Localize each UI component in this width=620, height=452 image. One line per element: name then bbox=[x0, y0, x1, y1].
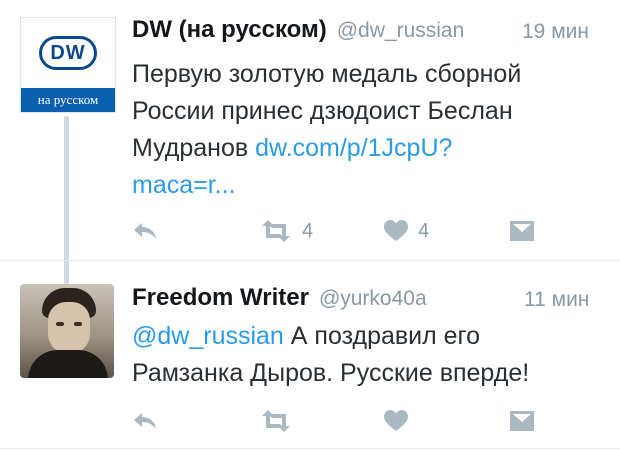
retweet-count: 4 bbox=[302, 219, 314, 242]
avatar[interactable] bbox=[20, 284, 114, 378]
mention-link[interactable]: @dw_russian bbox=[132, 322, 284, 350]
thread-line bbox=[64, 116, 69, 284]
avatar-body bbox=[28, 350, 108, 378]
retweet-icon bbox=[260, 410, 292, 432]
like-count: 4 bbox=[418, 219, 430, 242]
tweet-text-line: Рамзанка Дыров. Русские вперде! bbox=[132, 359, 530, 387]
tweet-text-line: Первую золотую медаль сборной bbox=[132, 60, 522, 88]
retweet-icon bbox=[260, 220, 292, 242]
avatar[interactable]: DW на русском bbox=[20, 17, 116, 113]
user-handle[interactable]: @yurko40a bbox=[319, 287, 427, 311]
tweet-header: Freedom Writer @yurko40a bbox=[132, 284, 427, 312]
avatar-eye bbox=[56, 322, 64, 326]
avatar-caption: на русском bbox=[21, 88, 115, 112]
tweet-link-continued[interactable]: maca=r... bbox=[132, 171, 236, 199]
dw-logo: DW bbox=[39, 36, 97, 70]
like-button[interactable] bbox=[384, 406, 408, 436]
tweet-timestamp[interactable]: 19 мин bbox=[522, 20, 589, 44]
tweet-text: Первую золотую медаль сборной России при… bbox=[132, 56, 521, 204]
tweet-actions: 4 4 bbox=[132, 216, 542, 246]
reply-icon bbox=[132, 410, 158, 432]
tweet-divider bbox=[0, 448, 620, 449]
avatar-eye bbox=[74, 322, 82, 326]
reply-button[interactable] bbox=[132, 216, 158, 246]
tweet-timestamp[interactable]: 11 мин bbox=[524, 288, 589, 312]
tweet-text: @dw_russian А поздравил его Рамзанка Дыр… bbox=[132, 318, 529, 392]
like-icon bbox=[384, 220, 408, 242]
dm-icon bbox=[510, 411, 534, 431]
tweet-actions bbox=[132, 406, 542, 436]
direct-message-button[interactable] bbox=[510, 216, 534, 246]
direct-message-button[interactable] bbox=[510, 406, 534, 436]
tweet-text-line: России принес дзюдоист Беслан bbox=[132, 97, 513, 125]
display-name[interactable]: DW (на русском) bbox=[132, 16, 327, 44]
like-button[interactable]: 4 bbox=[384, 216, 429, 246]
reply-button[interactable] bbox=[132, 406, 158, 436]
reply-icon bbox=[132, 220, 158, 242]
tweet-link[interactable]: dw.com/p/1JcpU? bbox=[255, 134, 452, 162]
retweet-button[interactable] bbox=[260, 406, 292, 436]
display-name[interactable]: Freedom Writer bbox=[132, 284, 309, 312]
tweet-divider bbox=[0, 260, 620, 261]
tweet-header: DW (на русском) @dw_russian bbox=[132, 16, 464, 44]
tweet-text-line: Мудранов bbox=[132, 134, 256, 162]
retweet-button[interactable]: 4 bbox=[260, 216, 313, 246]
like-icon bbox=[384, 410, 408, 432]
tweet-text-line: А поздравил его bbox=[283, 322, 481, 350]
user-handle[interactable]: @dw_russian bbox=[337, 19, 465, 43]
avatar-face bbox=[48, 302, 90, 354]
dm-icon bbox=[510, 221, 534, 241]
